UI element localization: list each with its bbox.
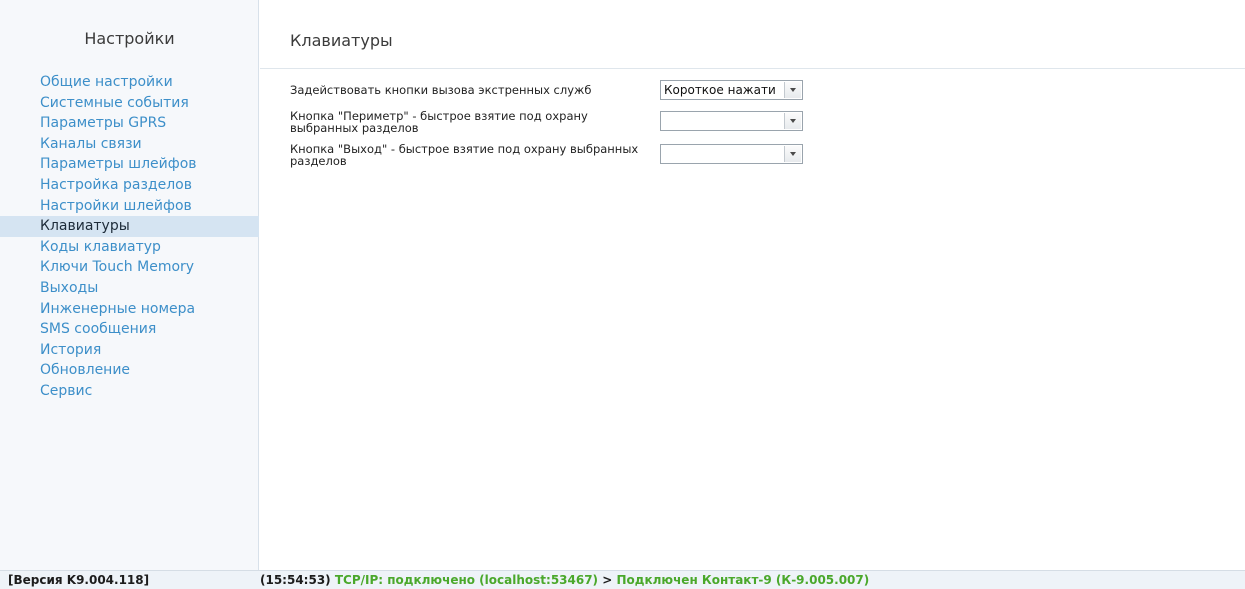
sidebar-item-system-events[interactable]: Системные события (0, 93, 259, 114)
emergency-buttons-value: Короткое нажати (664, 83, 776, 97)
sidebar-item-loop-params[interactable]: Параметры шлейфов (0, 154, 259, 175)
exit-button-value (664, 145, 780, 163)
version-label: [Версия K9.004.118] (8, 573, 150, 587)
sidebar-item-engineer-numbers[interactable]: Инженерные номера (0, 299, 259, 320)
tcp-status: TCP/IP: подключено (localhost:53467) (334, 573, 599, 587)
sidebar-item-update[interactable]: Обновление (0, 360, 259, 381)
setting-row-emergency: Задействовать кнопки вызова экстренных с… (290, 80, 810, 100)
setting-label-emergency: Задействовать кнопки вызова экстренных с… (290, 83, 592, 97)
status-arrow: > (602, 573, 613, 587)
sidebar-item-loop-settings[interactable]: Настройки шлейфов (0, 196, 259, 217)
page-title: Клавиатуры (290, 31, 393, 50)
chevron-down-icon[interactable] (784, 113, 801, 129)
sidebar: Настройки Общие настройки Системные собы… (0, 0, 259, 570)
chevron-down-icon[interactable] (784, 82, 801, 98)
perimeter-button-select[interactable] (660, 111, 803, 131)
sidebar-item-touch-memory[interactable]: Ключи Touch Memory (0, 257, 259, 278)
setting-row-exit: Кнопка "Выход" - быстрое взятие под охра… (290, 143, 810, 169)
sidebar-item-partitions[interactable]: Настройка разделов (0, 175, 259, 196)
exit-button-select[interactable] (660, 144, 803, 164)
sidebar-item-gprs[interactable]: Параметры GPRS (0, 113, 259, 134)
title-divider (260, 68, 1245, 69)
setting-label-exit: Кнопка "Выход" - быстрое взятие под охра… (290, 142, 639, 168)
connection-status: (15:54:53) TCP/IP: подключено (localhost… (260, 573, 869, 587)
main-panel: Клавиатуры Задействовать кнопки вызова э… (260, 0, 1245, 570)
sidebar-item-keyboards[interactable]: Клавиатуры (0, 216, 259, 237)
sidebar-item-sms[interactable]: SMS сообщения (0, 319, 259, 340)
emergency-buttons-select[interactable]: Короткое нажати (660, 80, 803, 100)
sidebar-item-outputs[interactable]: Выходы (0, 278, 259, 299)
sidebar-title: Настройки (84, 29, 175, 48)
sidebar-item-general[interactable]: Общие настройки (0, 72, 259, 93)
status-time: (15:54:53) (260, 573, 331, 587)
setting-row-perimeter: Кнопка "Периметр" - быстрое взятие под о… (290, 110, 810, 136)
setting-label-perimeter: Кнопка "Периметр" - быстрое взятие под о… (290, 109, 588, 135)
status-bar: [Версия K9.004.118] (15:54:53) TCP/IP: п… (0, 570, 1245, 589)
sidebar-item-channels[interactable]: Каналы связи (0, 134, 259, 155)
sidebar-item-history[interactable]: История (0, 340, 259, 361)
sidebar-nav: Общие настройки Системные события Параме… (0, 72, 259, 402)
perimeter-button-value (664, 112, 780, 130)
device-status: Подключен Контакт-9 (К-9.005.007) (616, 573, 870, 587)
chevron-down-icon[interactable] (784, 146, 801, 162)
sidebar-item-keyboard-codes[interactable]: Коды клавиатур (0, 237, 259, 258)
sidebar-item-service[interactable]: Сервис (0, 381, 259, 402)
